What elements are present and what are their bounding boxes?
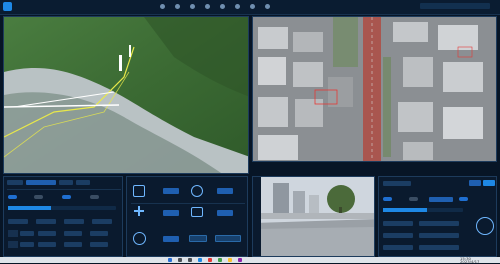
nav-icon-1[interactable] (160, 4, 165, 9)
app-1-icon[interactable] (198, 258, 202, 262)
search-icon[interactable] (178, 258, 182, 262)
app-logo-icon (3, 2, 12, 11)
app-3-icon[interactable] (218, 258, 222, 262)
tab-4[interactable] (76, 180, 90, 185)
clock[interactable]: 15:30 2023/4/17 (460, 257, 479, 264)
power-icon[interactable] (133, 185, 145, 197)
title-bar (0, 0, 500, 15)
field[interactable] (383, 233, 413, 238)
field[interactable] (419, 233, 459, 238)
aerial-camera-view[interactable] (252, 16, 497, 162)
terrain-graphic (4, 17, 248, 173)
dpad-icon[interactable] (191, 185, 203, 197)
tab-2[interactable] (26, 180, 56, 185)
nav-icon-3[interactable] (190, 4, 195, 9)
list-item[interactable] (20, 242, 34, 247)
action-button-5[interactable] (163, 236, 179, 242)
action-button-6[interactable] (189, 235, 207, 242)
list-item[interactable] (8, 241, 18, 248)
toggle-2[interactable] (34, 195, 43, 199)
app-2-icon[interactable] (208, 258, 212, 262)
field[interactable] (419, 245, 459, 250)
timer-icon[interactable] (133, 232, 146, 245)
action-button-2[interactable] (217, 188, 233, 194)
field[interactable] (383, 221, 413, 226)
settings-icon[interactable] (191, 207, 203, 217)
plus-icon[interactable] (138, 206, 140, 216)
tab-1[interactable] (7, 180, 23, 185)
os-taskbar: 15:30 2023/4/17 (0, 257, 500, 263)
toggle-3[interactable] (62, 195, 71, 199)
nav-icon-8[interactable] (265, 4, 270, 9)
action-button-1[interactable] (163, 188, 179, 194)
header-button-2[interactable] (483, 180, 495, 186)
list-item[interactable] (64, 242, 82, 247)
action-button-7[interactable] (215, 235, 241, 242)
select-1[interactable] (429, 197, 453, 202)
toggle-a[interactable] (383, 197, 392, 201)
list-item[interactable] (90, 242, 108, 247)
app-5-icon[interactable] (238, 258, 242, 262)
grid-head-2 (36, 219, 56, 224)
toggle-c[interactable] (459, 197, 468, 201)
app-4-icon[interactable] (228, 258, 232, 262)
header-button-1[interactable] (469, 180, 481, 186)
camera-feed[interactable] (252, 176, 375, 257)
action-button-4[interactable] (217, 210, 233, 216)
nav-icon-7[interactable] (250, 4, 255, 9)
nav-icon-6[interactable] (235, 4, 240, 9)
list-item[interactable] (38, 242, 56, 247)
toggle-4[interactable] (90, 195, 99, 199)
aerial-graphic (253, 17, 496, 161)
grid-head-1 (8, 219, 28, 224)
toggle-1[interactable] (8, 195, 17, 199)
action-button-3[interactable] (163, 210, 179, 216)
control-panel-middle (126, 176, 248, 257)
nav-icon-2[interactable] (175, 4, 180, 9)
tab-3[interactable] (59, 180, 73, 185)
toggle-b[interactable] (409, 197, 418, 201)
slider-track[interactable] (8, 206, 116, 210)
field[interactable] (383, 245, 413, 250)
nav-icon-4[interactable] (205, 4, 210, 9)
list-item[interactable] (20, 231, 34, 236)
panel-title (383, 181, 411, 186)
list-item[interactable] (64, 231, 82, 236)
control-panel-left (3, 176, 123, 257)
list-item[interactable] (8, 230, 18, 237)
grid-head-3 (64, 219, 84, 224)
title-status (420, 3, 490, 9)
nav-icon-5[interactable] (220, 4, 225, 9)
terrain-3d-view[interactable] (3, 16, 249, 174)
divider (7, 189, 121, 190)
control-panel-right (378, 176, 497, 257)
start-icon[interactable] (168, 258, 172, 262)
joystick-icon[interactable] (476, 217, 494, 235)
grid-head-4 (92, 219, 112, 224)
field[interactable] (419, 221, 459, 226)
list-item[interactable] (38, 231, 56, 236)
slider-track[interactable] (383, 208, 463, 212)
camera-graphic (253, 177, 374, 256)
divider (131, 203, 245, 204)
list-item[interactable] (90, 231, 108, 236)
taskview-icon[interactable] (188, 258, 192, 262)
